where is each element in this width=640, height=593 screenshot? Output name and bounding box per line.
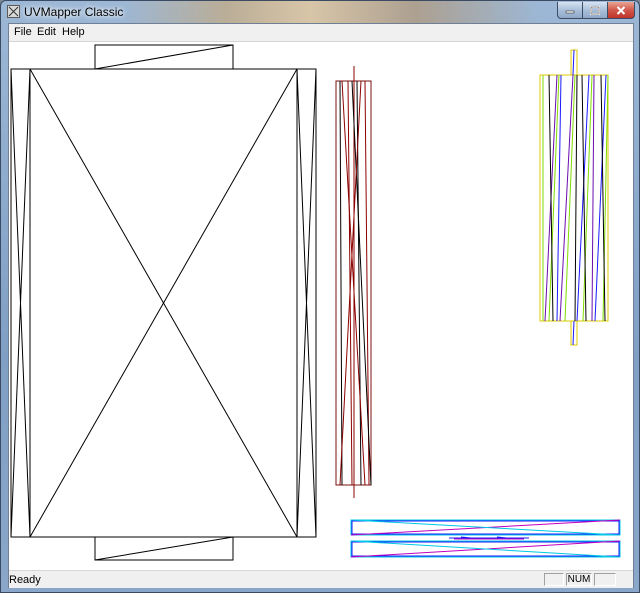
uv-island-bottom-strips [350, 519, 621, 558]
uv-map-drawing [10, 44, 621, 561]
status-pane-scroll [594, 573, 616, 586]
menu-bar: File Edit Help [9, 24, 633, 42]
minimize-button[interactable] [557, 2, 583, 19]
status-bar: Ready NUM [9, 570, 633, 588]
uv-island-large [10, 44, 317, 561]
status-text: Ready [9, 574, 41, 586]
close-button[interactable] [608, 2, 635, 19]
maximize-button[interactable] [583, 2, 608, 19]
status-pane-num: NUM [566, 573, 592, 586]
title-bar[interactable]: UVMapper Classic [1, 1, 640, 23]
menu-edit[interactable]: Edit [37, 26, 56, 38]
window-title: UVMapper Classic [24, 5, 124, 19]
maximize-icon [590, 5, 600, 15]
client-area: File Edit Help Ready NUM [8, 23, 634, 588]
close-icon [616, 5, 626, 15]
application-window: UVMapper Classic File Edit Help Ready NU… [0, 0, 640, 593]
menu-help[interactable]: Help [62, 26, 85, 38]
menu-file[interactable]: File [14, 26, 32, 38]
uv-map-canvas[interactable] [9, 42, 633, 570]
uv-island-right-colored [539, 49, 609, 346]
app-icon[interactable] [7, 5, 20, 18]
status-pane-caps [544, 573, 564, 586]
minimize-icon [565, 10, 575, 14]
uv-island-middle-strip [335, 66, 372, 498]
